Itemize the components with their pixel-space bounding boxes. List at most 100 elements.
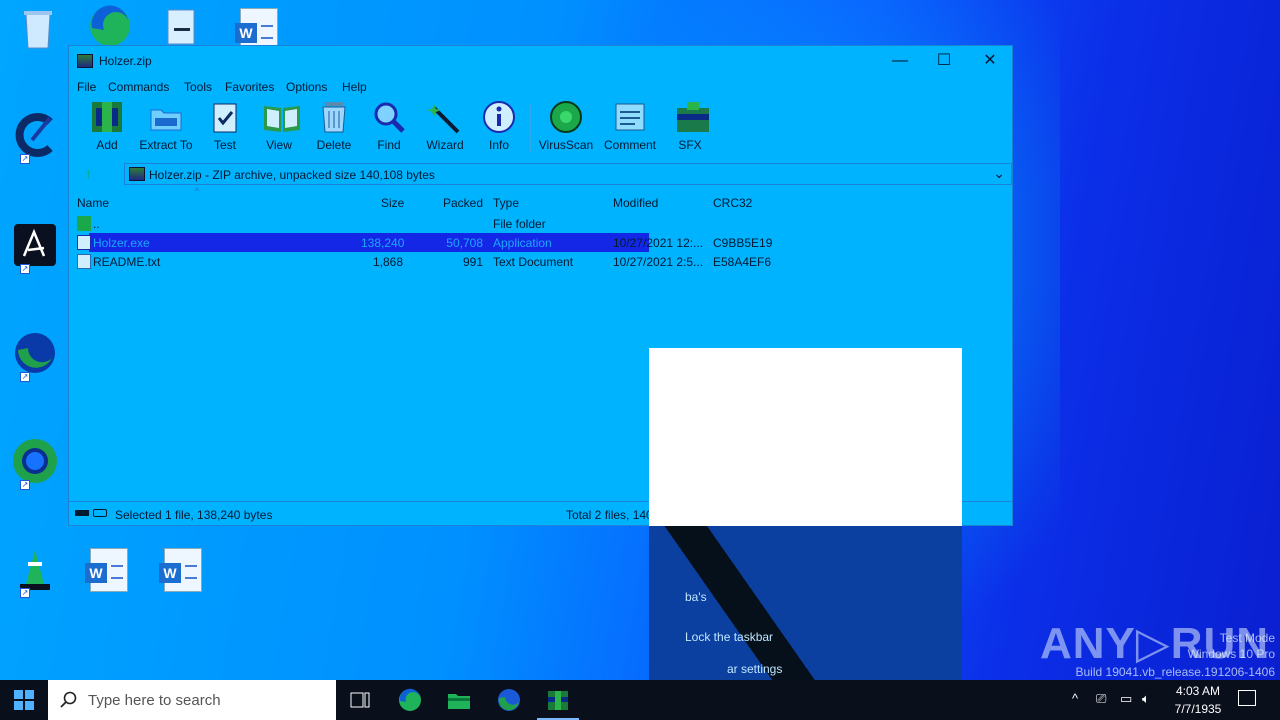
maximize-button[interactable]: ☐ <box>921 46 967 76</box>
add-icon <box>90 100 124 134</box>
info-button[interactable]: Info <box>469 100 529 152</box>
extract-to-label: Extract To <box>139 138 193 152</box>
context-item-lock-taskbar[interactable]: Lock the taskbar <box>685 630 773 644</box>
column-crc32[interactable]: CRC32 <box>713 196 752 210</box>
chevron-up-icon[interactable]: ^ <box>1072 691 1078 706</box>
edge-taskbar-icon[interactable] <box>398 688 422 712</box>
desktop-icon-vlc[interactable]: ↗ <box>10 544 66 600</box>
clock-time[interactable]: 4:03 AM <box>1168 684 1228 698</box>
menu-file[interactable]: File <box>77 80 96 94</box>
watermark-test-mode: Test Mode <box>1219 631 1275 645</box>
acrobat-icon <box>14 224 56 266</box>
view-label: View <box>266 138 292 152</box>
desktop-icon-chrome[interactable]: ↗ <box>10 436 66 492</box>
firefox-icon <box>15 333 55 373</box>
task-view-icon[interactable] <box>348 688 372 712</box>
menu-help[interactable]: Help <box>342 80 367 94</box>
word-document-icon: W <box>85 548 128 592</box>
context-menu-blank-strip <box>649 500 962 526</box>
file-size: 1,868 <box>372 255 403 269</box>
desktop: W ↗ ↗ ↗ ↗ ↗ W W Holzer.zip — ☐ ✕ File Co… <box>0 0 1280 680</box>
file-name: .. <box>93 217 100 231</box>
context-item-taskbar-settings[interactable]: ar settings <box>727 662 782 676</box>
winrar-taskbar-icon[interactable] <box>546 688 570 712</box>
watermark-edition: Windows 10 Pro <box>1187 647 1275 661</box>
desktop-icon-recycle-bin[interactable] <box>10 6 66 62</box>
search-box[interactable]: Type here to search <box>48 680 336 720</box>
find-button[interactable]: Find <box>359 100 419 152</box>
address-field[interactable]: Holzer.zip - ZIP archive, unpacked size … <box>124 163 1012 185</box>
info-icon <box>482 100 516 134</box>
edge-icon <box>90 5 130 46</box>
chevron-down-icon[interactable]: ⌄ <box>993 165 1005 182</box>
up-arrow-icon[interactable]: ↑ <box>85 165 92 181</box>
wizard-button[interactable]: Wizard <box>415 100 475 152</box>
taskbar-context-menu[interactable]: ba's Lock the taskbar ar settings <box>649 526 962 680</box>
menu-options[interactable]: Options <box>286 80 327 94</box>
test-button[interactable]: Test <box>195 100 255 152</box>
menu-commands[interactable]: Commands <box>108 80 169 94</box>
monitor-icon[interactable]: ▭ <box>1120 691 1132 707</box>
sfx-icon <box>673 100 709 134</box>
virusscan-label: VirusScan <box>538 138 594 152</box>
toolbar-separator <box>530 104 531 152</box>
column-type[interactable]: Type <box>493 196 519 210</box>
extract-to-button[interactable]: Extract To <box>136 100 196 152</box>
file-name: README.txt <box>93 255 161 269</box>
context-item-toolbars[interactable]: ba's <box>685 590 707 604</box>
menu-tools[interactable]: Tools <box>184 80 212 94</box>
file-explorer-icon[interactable] <box>447 688 471 712</box>
search-placeholder: Type here to search <box>88 692 221 709</box>
column-packed[interactable]: Packed <box>443 196 483 210</box>
status-selected: Selected 1 file, 138,240 bytes <box>115 508 273 522</box>
table-row-selected[interactable]: Holzer.exe 138,240 50,708 Application 10… <box>69 233 1012 252</box>
word-document-icon: W <box>159 548 202 592</box>
chrome-icon <box>13 439 57 483</box>
column-modified[interactable]: Modified <box>613 196 658 210</box>
file-size: 138,240 <box>361 236 405 250</box>
context-menu-blank <box>649 348 962 500</box>
add-button[interactable]: Add <box>77 100 137 152</box>
shortcut-arrow-icon: ↗ <box>20 372 30 382</box>
network-icon[interactable]: ⎚ <box>1096 691 1106 707</box>
minimize-button[interactable]: — <box>877 46 923 76</box>
firefox-taskbar-icon[interactable] <box>497 688 521 712</box>
volume-icon[interactable]: 🔈︎ <box>1142 691 1150 707</box>
menu-bar: File Commands Tools Favorites Options He… <box>69 76 1012 98</box>
sfx-button[interactable]: SFX <box>660 100 720 152</box>
title-bar[interactable]: Holzer.zip — ☐ ✕ <box>69 46 1012 76</box>
delete-button[interactable]: Delete <box>304 100 364 152</box>
table-row-parent[interactable]: .. File folder <box>69 214 1012 233</box>
view-button[interactable]: View <box>249 100 309 152</box>
file-type: Application <box>493 236 552 250</box>
winrar-icon <box>77 54 93 68</box>
start-button[interactable] <box>0 680 48 720</box>
menu-favorites[interactable]: Favorites <box>225 80 274 94</box>
desktop-icon-acrobat[interactable]: ↗ <box>10 220 66 276</box>
column-name[interactable]: Name <box>77 196 109 210</box>
close-button[interactable]: ✕ <box>967 46 1013 76</box>
test-label: Test <box>213 138 236 152</box>
desktop-icon-word-2[interactable]: W <box>156 544 212 600</box>
magnifier-icon <box>372 100 406 134</box>
desktop-icon-ccleaner[interactable]: ↗ <box>10 110 66 166</box>
comment-button[interactable]: Comment <box>600 100 660 152</box>
shortcut-arrow-icon: ↗ <box>20 264 30 274</box>
file-type: Text Document <box>493 255 574 269</box>
shortcut-arrow-icon: ↗ <box>20 480 30 490</box>
clock-date[interactable]: 7/7/1935 <box>1168 702 1228 716</box>
column-size[interactable]: Size <box>381 196 404 210</box>
virusscan-button[interactable]: VirusScan <box>536 100 596 152</box>
folder-icon <box>149 100 183 134</box>
notification-icon[interactable] <box>1238 690 1256 706</box>
file-name: Holzer.exe <box>93 236 150 250</box>
table-row[interactable]: README.txt 1,868 991 Text Document 10/27… <box>69 252 1012 271</box>
file-packed: 50,708 <box>446 236 483 250</box>
desktop-icon-firefox[interactable]: ↗ <box>10 328 66 384</box>
desktop-icon-word-1[interactable]: W <box>82 544 138 600</box>
watermark-build: Build 19041.vb_release.191206-1406 <box>1075 665 1276 679</box>
find-label: Find <box>377 138 401 152</box>
wand-icon <box>427 100 462 134</box>
winrar-icon <box>129 167 145 181</box>
comment-icon <box>613 100 647 134</box>
